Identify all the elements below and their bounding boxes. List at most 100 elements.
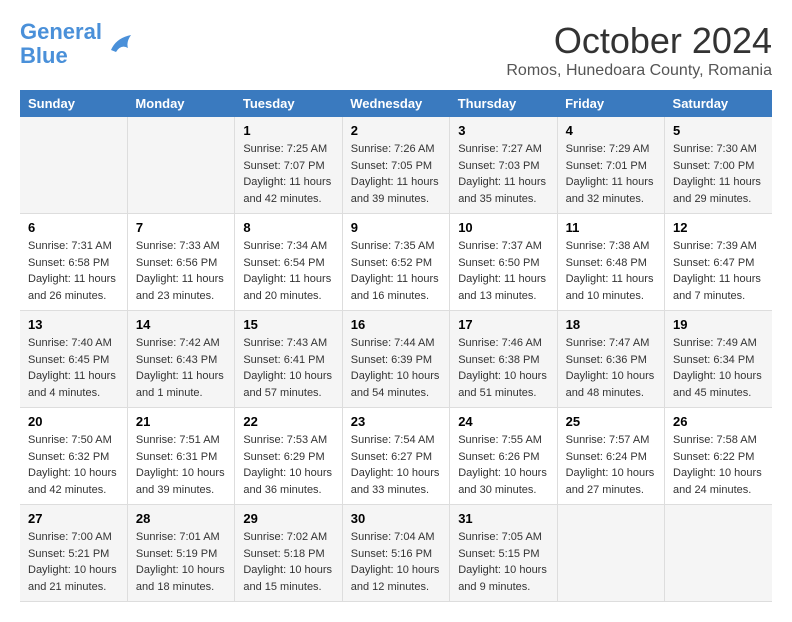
- sunrise-time: Sunrise: 7:46 AM: [458, 337, 542, 349]
- daylight-hours: Daylight: 11 hours and 23 minutes.: [136, 273, 224, 302]
- sunrise-time: Sunrise: 7:39 AM: [673, 240, 757, 252]
- calendar-cell: [127, 117, 234, 214]
- sunset-time: Sunset: 6:43 PM: [136, 354, 217, 366]
- day-number: 28: [136, 511, 226, 526]
- day-info: Sunrise: 7:57 AMSunset: 6:24 PMDaylight:…: [566, 432, 656, 498]
- day-number: 26: [673, 414, 764, 429]
- calendar-week-row: 1 Sunrise: 7:25 AMSunset: 7:07 PMDaylight…: [20, 117, 772, 214]
- calendar-cell: 27 Sunrise: 7:00 AM Sunset: 5:21 PM Dayligh…: [20, 505, 127, 602]
- calendar-week-row: 13Sunrise: 7:40 AMSunset: 6:45 PMDayligh…: [20, 311, 772, 408]
- sunset-time: Sunset: 6:31 PM: [136, 451, 217, 463]
- calendar-cell: 1 Sunrise: 7:25 AMSunset: 7:07 PMDaylight…: [235, 117, 342, 214]
- day-info: Sunrise: 7:30 AMSunset: 7:00 PMDaylight:…: [673, 141, 764, 207]
- day-number: 19: [673, 317, 764, 332]
- day-info: Sunrise: 7:26 AMSunset: 7:05 PMDaylight:…: [351, 141, 441, 207]
- day-info: Sunrise: 7:25 AMSunset: 7:07 PMDaylight:…: [243, 141, 333, 207]
- daylight-hours: Daylight: 10 hours and 9 minutes.: [458, 564, 547, 593]
- day-number: 6: [28, 220, 119, 235]
- month-title: October 2024: [506, 20, 772, 62]
- sunrise-time: Sunrise: 7:42 AM: [136, 337, 220, 349]
- day-number: 3: [458, 123, 548, 138]
- sunrise-time: Sunrise: 7:30 AM: [673, 143, 757, 155]
- day-info: Sunrise: 7:35 AMSunset: 6:52 PMDaylight:…: [351, 238, 441, 304]
- daylight-hours: Daylight: 11 hours and 4 minutes.: [28, 370, 116, 399]
- day-info: Sunrise: 7:42 AM Sunset: 6:43 PM Daylight:…: [136, 335, 226, 401]
- weekday-header-thursday: Thursday: [450, 90, 557, 117]
- sunset-time: Sunset: 6:38 PM: [458, 354, 539, 366]
- calendar-cell: 30Sunrise: 7:04 AMSunset: 5:16 PMDayligh…: [342, 505, 449, 602]
- sunset-time: Sunset: 5:15 PM: [458, 548, 539, 560]
- daylight-hours: Daylight: 10 hours and 21 minutes.: [28, 564, 117, 593]
- sunset-time: Sunset: 6:47 PM: [673, 257, 754, 269]
- sunset-time: Sunset: 7:05 PM: [351, 160, 432, 172]
- day-number: 1: [243, 123, 333, 138]
- calendar-cell: 16Sunrise: 7:44 AMSunset: 6:39 PMDayligh…: [342, 311, 449, 408]
- sunset-time: Sunset: 6:22 PM: [673, 451, 754, 463]
- sunrise-time: Sunrise: 7:38 AM: [566, 240, 650, 252]
- sunrise-time: Sunrise: 7:00 AM: [28, 531, 112, 543]
- daylight-hours: Daylight: 10 hours and 45 minutes.: [673, 370, 762, 399]
- sunrise-time: Sunrise: 7:02 AM: [243, 531, 327, 543]
- day-number: 4: [566, 123, 656, 138]
- day-number: 23: [351, 414, 441, 429]
- sunrise-time: Sunrise: 7:55 AM: [458, 434, 542, 446]
- day-info: Sunrise: 7:54 AMSunset: 6:27 PMDaylight:…: [351, 432, 441, 498]
- sunrise-time: Sunrise: 7:34 AM: [243, 240, 327, 252]
- logo-bird-icon: [106, 30, 136, 58]
- weekday-header-sunday: Sunday: [20, 90, 127, 117]
- logo-text: GeneralBlue: [20, 20, 102, 68]
- sunset-time: Sunset: 7:07 PM: [243, 160, 324, 172]
- sunrise-time: Sunrise: 7:44 AM: [351, 337, 435, 349]
- calendar-cell: 6 Sunrise: 7:31 AMSunset: 6:58 PMDaylight…: [20, 214, 127, 311]
- daylight-hours: Daylight: 10 hours and 42 minutes.: [28, 467, 117, 496]
- calendar-cell: 17Sunrise: 7:46 AMSunset: 6:38 PMDayligh…: [450, 311, 557, 408]
- day-info: Sunrise: 7:53 AMSunset: 6:29 PMDaylight:…: [243, 432, 333, 498]
- daylight-hours: Daylight: 11 hours and 7 minutes.: [673, 273, 761, 302]
- weekday-header-row: SundayMondayTuesdayWednesdayThursdayFrid…: [20, 90, 772, 117]
- day-info: Sunrise: 7:02 AMSunset: 5:18 PMDaylight:…: [243, 529, 333, 595]
- calendar-cell: 21Sunrise: 7:51 AMSunset: 6:31 PMDayligh…: [127, 408, 234, 505]
- daylight-hours: Daylight: 11 hours and 10 minutes.: [566, 273, 654, 302]
- calendar-cell: 4 Sunrise: 7:29 AMSunset: 7:01 PMDaylight…: [557, 117, 664, 214]
- calendar-cell: 22 Sunrise: 7:53 AMSunset: 6:29 PMDayligh…: [235, 408, 342, 505]
- day-info: Sunrise: 7:46 AMSunset: 6:38 PMDaylight:…: [458, 335, 548, 401]
- sunset-time: Sunset: 6:39 PM: [351, 354, 432, 366]
- day-info: Sunrise: 7:44 AMSunset: 6:39 PMDaylight:…: [351, 335, 441, 401]
- weekday-header-tuesday: Tuesday: [235, 90, 342, 117]
- day-number: 25: [566, 414, 656, 429]
- calendar-cell: 9Sunrise: 7:35 AMSunset: 6:52 PMDaylight…: [342, 214, 449, 311]
- daylight-hours: Daylight: 11 hours and 39 minutes.: [351, 176, 439, 205]
- day-number: 22: [243, 414, 333, 429]
- day-number: 30: [351, 511, 441, 526]
- day-info: Sunrise: 7:00 AM Sunset: 5:21 PM Daylight:…: [28, 529, 119, 595]
- daylight-hours: Daylight: 10 hours and 48 minutes.: [566, 370, 655, 399]
- day-number: 27: [28, 511, 119, 526]
- calendar-cell: 13Sunrise: 7:40 AMSunset: 6:45 PMDayligh…: [20, 311, 127, 408]
- day-number: 31: [458, 511, 548, 526]
- daylight-hours: Daylight: 10 hours and 27 minutes.: [566, 467, 655, 496]
- calendar-cell: [665, 505, 772, 602]
- day-number: 18: [566, 317, 656, 332]
- daylight-hours: Daylight: 11 hours and 16 minutes.: [351, 273, 439, 302]
- daylight-hours: Daylight: 11 hours and 35 minutes.: [458, 176, 546, 205]
- daylight-hours: Daylight: 11 hours and 1 minute.: [136, 370, 224, 399]
- calendar-cell: 14Sunrise: 7:42 AMSunset: 6:43 PMDayligh…: [127, 311, 234, 408]
- calendar-table: SundayMondayTuesdayWednesdayThursdayFrid…: [20, 90, 772, 602]
- day-number: 13: [28, 317, 119, 332]
- day-info: Sunrise: 7:31 AMSunset: 6:58 PMDaylight:…: [28, 238, 119, 304]
- day-number: 11: [566, 220, 656, 235]
- day-info: Sunrise: 7:39 AM Sunset: 6:47 PM Daylight:…: [673, 238, 764, 304]
- sunset-time: Sunset: 7:03 PM: [458, 160, 539, 172]
- calendar-cell: 12Sunrise: 7:39 AMSunset: 6:47 PMDayligh…: [665, 214, 772, 311]
- sunrise-time: Sunrise: 7:57 AM: [566, 434, 650, 446]
- daylight-hours: Daylight: 10 hours and 39 minutes.: [136, 467, 225, 496]
- sunrise-time: Sunrise: 7:54 AM: [351, 434, 435, 446]
- day-number: 2: [351, 123, 441, 138]
- day-number: 21: [136, 414, 226, 429]
- sunrise-time: Sunrise: 7:58 AM: [673, 434, 757, 446]
- day-info: Sunrise: 7:29 AMSunset: 7:01 PMDaylight:…: [566, 141, 656, 207]
- day-info: Sunrise: 7:01 AMSunset: 5:19 PMDaylight:…: [136, 529, 226, 595]
- calendar-cell: 10Sunrise: 7:37 AMSunset: 6:50 PMDayligh…: [450, 214, 557, 311]
- sunset-time: Sunset: 6:50 PM: [458, 257, 539, 269]
- sunset-time: Sunset: 5:21 PM: [28, 548, 109, 560]
